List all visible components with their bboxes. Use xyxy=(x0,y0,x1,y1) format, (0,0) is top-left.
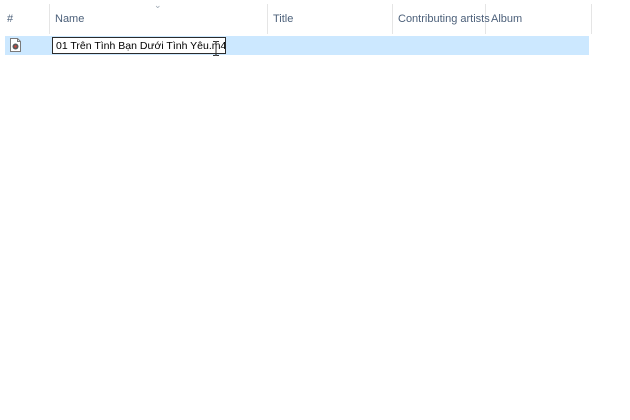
column-header-album-label: Album xyxy=(491,13,523,25)
column-header-contributing-artists[interactable]: Contributing artists xyxy=(393,4,490,34)
column-header-name-label: Name xyxy=(55,13,85,25)
file-list-view: # ⌄ Name Title Contributing artists Albu… xyxy=(0,0,630,420)
column-header-row: # ⌄ Name Title Contributing artists Albu… xyxy=(0,0,592,34)
audio-file-icon[interactable] xyxy=(10,38,21,52)
column-header-album[interactable]: Album xyxy=(486,4,592,34)
column-header-contributing-artists-label: Contributing artists xyxy=(398,13,490,25)
column-header-name[interactable]: ⌄ Name xyxy=(50,0,268,34)
file-row[interactable] xyxy=(5,36,589,55)
column-divider[interactable] xyxy=(591,4,592,34)
column-header-title[interactable]: Title xyxy=(268,4,393,34)
column-header-number[interactable]: # xyxy=(0,4,50,34)
text-cursor-icon xyxy=(213,41,219,56)
rename-field[interactable] xyxy=(52,37,226,54)
chevron-down-icon: ⌄ xyxy=(154,0,162,10)
column-header-number-label: # xyxy=(7,13,14,25)
column-header-title-label: Title xyxy=(273,13,294,25)
